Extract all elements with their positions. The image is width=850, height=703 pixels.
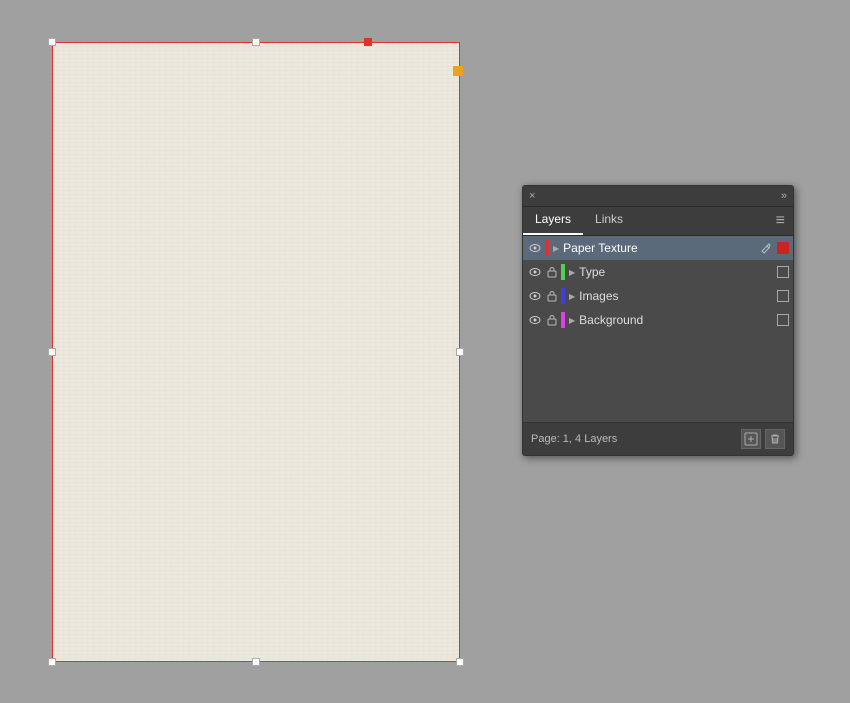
layer-name-paper-texture: Paper Texture (563, 241, 759, 255)
layer-square-background (777, 314, 789, 326)
tab-links[interactable]: Links (583, 207, 635, 235)
handle-top-center[interactable] (252, 38, 260, 46)
lock-icon-type (545, 265, 559, 279)
canvas-area: × » Layers Links ≡ ▶ Paper Texture (0, 0, 850, 703)
layer-row-paper-texture[interactable]: ▶ Paper Texture (523, 236, 793, 260)
lock-icon-background (545, 313, 559, 327)
panel-close-button[interactable]: × (529, 190, 535, 202)
layer-row-background[interactable]: ▶ Background (523, 308, 793, 332)
layer-square-paper-texture (777, 242, 789, 254)
handle-middle-right[interactable] (456, 348, 464, 356)
layer-name-type: Type (579, 265, 777, 279)
layer-name-images: Images (579, 289, 777, 303)
panel-tabs: Layers Links ≡ (523, 207, 793, 236)
handle-top-right-orange[interactable] (453, 66, 463, 76)
layer-color-paper-texture (545, 240, 549, 256)
layers-empty-space (523, 332, 793, 422)
chevron-type: ▶ (569, 268, 575, 277)
layer-row-type[interactable]: ▶ Type (523, 260, 793, 284)
layer-row-images[interactable]: ▶ Images (523, 284, 793, 308)
tab-layers[interactable]: Layers (523, 207, 583, 235)
panel-titlebar: × » (523, 186, 793, 207)
handle-top-center-red[interactable] (364, 38, 372, 46)
handle-bottom-left[interactable] (48, 658, 56, 666)
handle-bottom-right[interactable] (456, 658, 464, 666)
pen-icon-paper-texture (759, 241, 773, 255)
layer-name-background: Background (579, 313, 777, 327)
layer-color-type (561, 264, 565, 280)
eye-icon-type[interactable] (527, 264, 543, 280)
handle-middle-left[interactable] (48, 348, 56, 356)
panel-expand-button[interactable]: » (781, 190, 787, 202)
panel-menu-icon[interactable]: ≡ (768, 207, 793, 235)
delete-layer-button[interactable] (765, 429, 785, 449)
layers-list: ▶ Paper Texture (523, 236, 793, 422)
panel-footer: Page: 1, 4 Layers (523, 422, 793, 455)
eye-icon-background[interactable] (527, 312, 543, 328)
layer-square-type (777, 266, 789, 278)
chevron-paper-texture: ▶ (553, 244, 559, 253)
layer-color-images (561, 288, 565, 304)
layer-square-images (777, 290, 789, 302)
handle-bottom-center[interactable] (252, 658, 260, 666)
layer-color-background (561, 312, 565, 328)
lock-icon-images (545, 289, 559, 303)
eye-icon-paper-texture[interactable] (527, 240, 543, 256)
layers-panel: × » Layers Links ≡ ▶ Paper Texture (522, 185, 794, 456)
paper-document (52, 42, 460, 662)
footer-page-info: Page: 1, 4 Layers (531, 433, 737, 445)
handle-top-left[interactable] (48, 38, 56, 46)
add-layer-button[interactable] (741, 429, 761, 449)
chevron-images: ▶ (569, 292, 575, 301)
chevron-background: ▶ (569, 316, 575, 325)
eye-icon-images[interactable] (527, 288, 543, 304)
